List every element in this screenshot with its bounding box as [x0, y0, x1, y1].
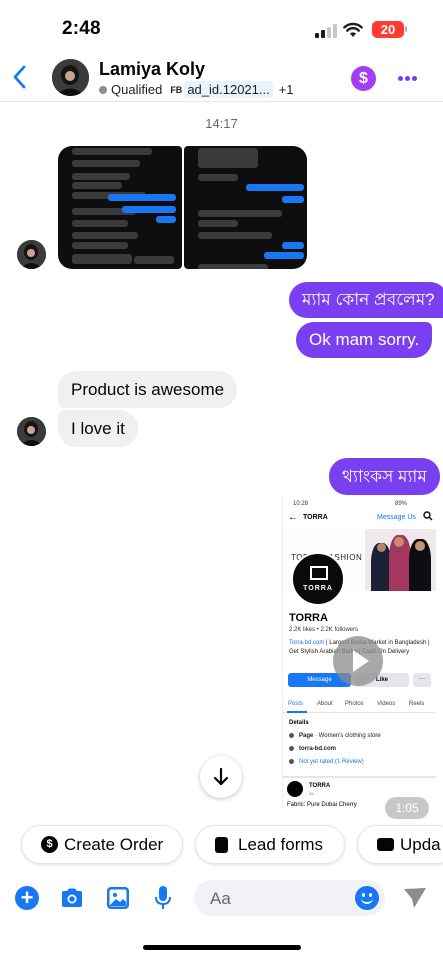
- status-dot-icon: [99, 85, 107, 94]
- message-bubble-incoming[interactable]: Product is awesome: [58, 371, 238, 408]
- status-bar: 2:48 20: [0, 0, 443, 58]
- ps-details-title: Details: [289, 720, 309, 726]
- contact-labels[interactable]: Qualified FB ad_id.12021... +1: [99, 81, 294, 98]
- ps-tabs: Posts About Photos Videos Reels: [283, 697, 436, 713]
- update-button[interactable]: Upda: [357, 825, 443, 864]
- ps-post-time: 2d: [309, 791, 314, 796]
- fb-tag: FB: [170, 84, 183, 95]
- video-duration: 1:05: [385, 797, 429, 819]
- more-options-icon[interactable]: [398, 76, 418, 82]
- dollar-icon: $: [41, 836, 58, 853]
- create-order-button[interactable]: $ Create Order: [21, 825, 183, 864]
- ps-detail-row: Page · Women's clothing store: [289, 733, 381, 739]
- microphone-icon[interactable]: [154, 885, 172, 911]
- ps-back-icon: ←: [288, 512, 298, 523]
- send-icon[interactable]: [402, 886, 428, 910]
- card-icon: [377, 838, 394, 851]
- ps-message-us-link: Message Us: [377, 514, 416, 521]
- message-input-placeholder: Aa: [210, 889, 231, 908]
- composer-bar: + Aa: [0, 876, 443, 920]
- lead-forms-button[interactable]: Lead forms: [195, 825, 345, 864]
- ps-logo: TORRA: [291, 552, 345, 606]
- ps-status-time: 10:28: [293, 501, 309, 507]
- scroll-to-bottom-button[interactable]: [200, 756, 242, 798]
- qualified-label: Qualified: [111, 82, 163, 97]
- ad-id-label: ad_id.12021...: [184, 81, 273, 98]
- ps-post-text: Fabric: Pure Dubai Cherry: [287, 802, 357, 808]
- ps-post-avatar: [287, 781, 303, 797]
- ps-more-button: ···: [413, 673, 431, 687]
- chat-header: Lamiya Koly Qualified FB ad_id.12021... …: [0, 56, 443, 102]
- message-bubble-outgoing[interactable]: Ok mam sorry.: [296, 322, 433, 358]
- status-time: 2:48: [62, 18, 101, 39]
- contact-name[interactable]: Lamiya Koly: [99, 59, 205, 80]
- ps-page-title: TORRA: [289, 612, 328, 624]
- arrow-down-icon: [213, 767, 229, 786]
- ps-likes: 2.2K likes • 2.2K followers: [289, 627, 359, 633]
- ps-cover-people: [365, 529, 436, 591]
- payment-dollar-icon[interactable]: $: [351, 66, 376, 91]
- form-icon: [215, 836, 228, 853]
- ps-post-name: TORRA: [309, 783, 331, 789]
- wifi-icon: [343, 22, 363, 37]
- ps-search-icon: [423, 511, 433, 521]
- camera-icon[interactable]: [60, 888, 84, 908]
- contact-avatar-small: [17, 240, 46, 269]
- play-icon[interactable]: [333, 636, 383, 686]
- emoji-icon[interactable]: [355, 886, 379, 910]
- message-bubble-outgoing[interactable]: থ্যাংকস ম্যাম: [329, 458, 440, 495]
- chat-screenshot-image-2[interactable]: [184, 146, 307, 269]
- extra-labels-count: +1: [278, 82, 294, 97]
- gallery-icon[interactable]: [106, 886, 130, 910]
- contact-avatar-small: [17, 417, 46, 446]
- contact-avatar[interactable]: [52, 59, 89, 96]
- message-input[interactable]: Aa: [194, 880, 385, 916]
- back-arrow-icon[interactable]: [8, 62, 32, 92]
- ps-detail-row: Not yet rated (1 Review): [289, 759, 364, 765]
- ps-status-battery: 89%: [395, 501, 408, 507]
- ps-detail-row: torra-bd.com: [289, 746, 336, 752]
- signal-icon: [315, 24, 337, 38]
- home-indicator: [143, 945, 301, 950]
- message-bubble-incoming[interactable]: I love it: [58, 410, 138, 447]
- chat-screenshot-image-1[interactable]: [58, 146, 182, 269]
- message-timestamp: 14:17: [205, 116, 238, 131]
- plus-icon[interactable]: +: [15, 886, 39, 910]
- battery-icon: 20: [372, 21, 404, 38]
- ps-page-name-top: TORRA: [303, 514, 328, 521]
- message-bubble-outgoing[interactable]: ম্যাম কোন প্রবলেম?: [289, 282, 443, 318]
